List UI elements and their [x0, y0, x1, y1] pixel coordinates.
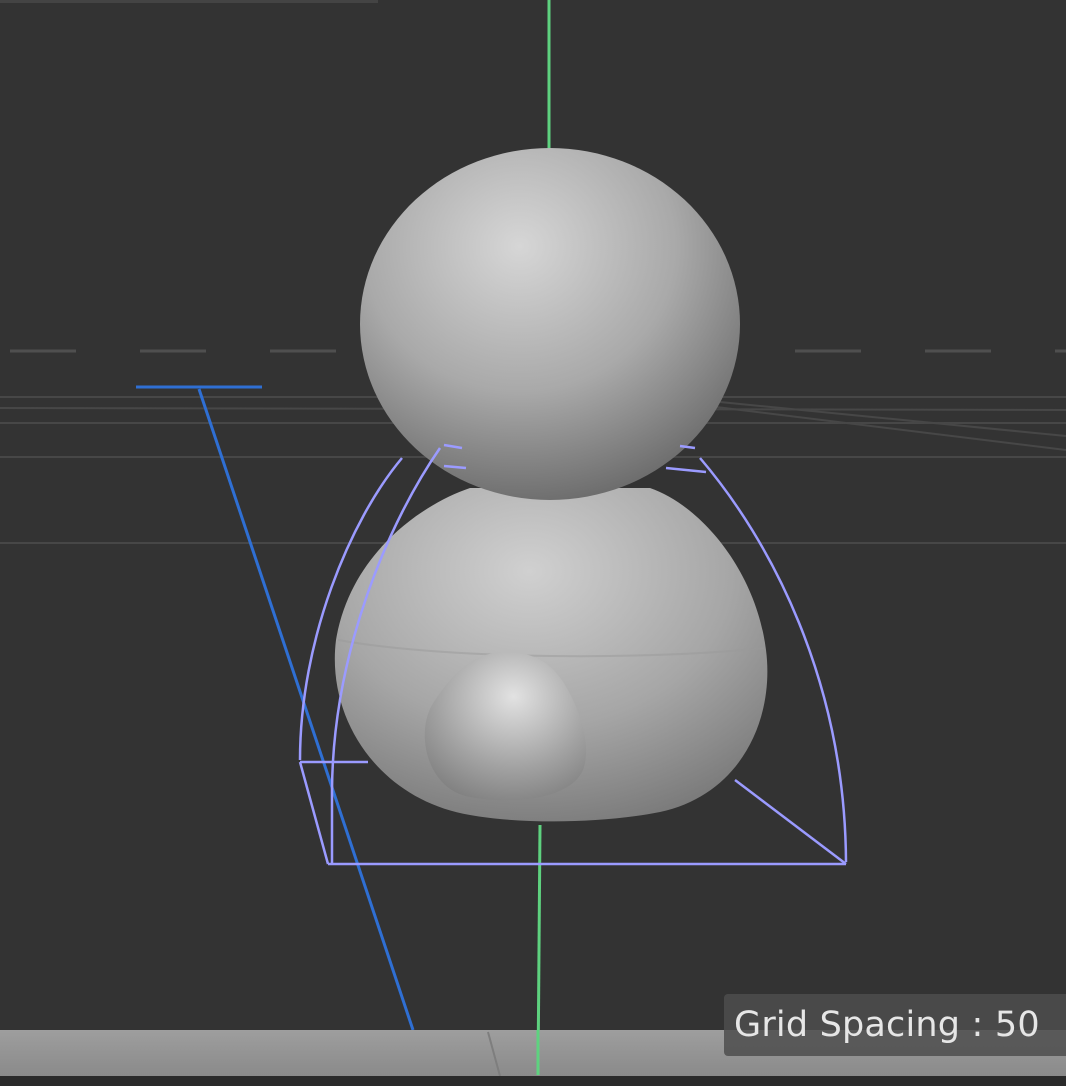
- grid-spacing-badge: Grid Spacing : 50: [724, 994, 1066, 1056]
- viewport-scene[interactable]: [0, 0, 1066, 1086]
- grid-spacing-label: Grid Spacing : 50: [734, 1005, 1040, 1045]
- bottom-edge: [0, 1076, 1066, 1086]
- top-edge-bar: [0, 0, 378, 3]
- 3d-viewport[interactable]: Grid Spacing : 50: [0, 0, 1066, 1086]
